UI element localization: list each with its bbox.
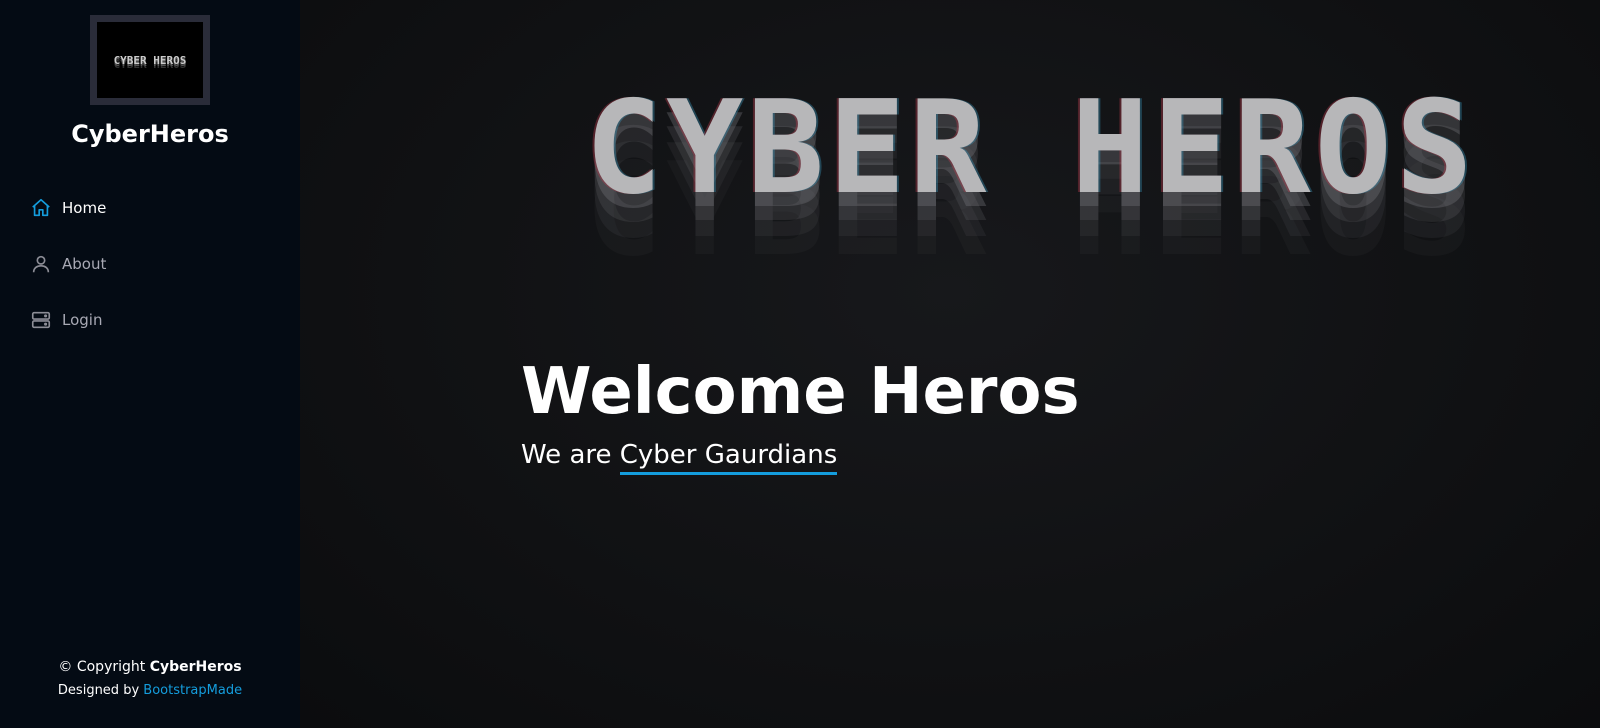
- hero-subtitle-prefix: We are: [521, 440, 620, 470]
- bootstrapmade-link[interactable]: BootstrapMade: [143, 683, 242, 698]
- hero-subtitle: We are Cyber Gaurdians: [521, 440, 838, 475]
- nav-menu: Home About Login: [30, 180, 106, 348]
- hero-title: Welcome Heros: [521, 355, 1080, 429]
- nav-item-label: Login: [62, 311, 103, 329]
- site-name[interactable]: CyberHeros: [0, 120, 300, 148]
- person-icon: [30, 253, 52, 275]
- home-icon: [30, 197, 52, 219]
- hero-section: CYBER HEROS Welcome Heros We are Cyber G…: [300, 0, 1600, 728]
- nav-item-login[interactable]: Login: [30, 292, 106, 348]
- copyright-brand: CyberHeros: [149, 659, 242, 675]
- sidebar-footer: © Copyright CyberHeros Designed by Boots…: [0, 659, 300, 698]
- logo-text: CYBER HEROS: [97, 22, 203, 98]
- copyright-prefix: © Copyright: [58, 659, 150, 675]
- credits: Designed by BootstrapMade: [0, 683, 300, 698]
- banner-text: CYBER HEROS: [585, 74, 1477, 223]
- copyright: © Copyright CyberHeros: [0, 659, 300, 675]
- credits-prefix: Designed by: [57, 683, 144, 698]
- server-icon: [30, 309, 52, 331]
- logo-image[interactable]: CYBER HEROS: [90, 15, 210, 105]
- nav-item-home[interactable]: Home: [30, 180, 106, 236]
- hero-banner-image: CYBER HEROS: [585, 85, 1515, 265]
- nav-item-label: Home: [62, 199, 107, 217]
- sidebar: CYBER HEROS CyberHeros Home About Login …: [0, 0, 300, 728]
- nav-item-about[interactable]: About: [30, 236, 106, 292]
- nav-item-label: About: [62, 255, 107, 273]
- hero-subtitle-typed: Cyber Gaurdians: [619, 440, 838, 475]
